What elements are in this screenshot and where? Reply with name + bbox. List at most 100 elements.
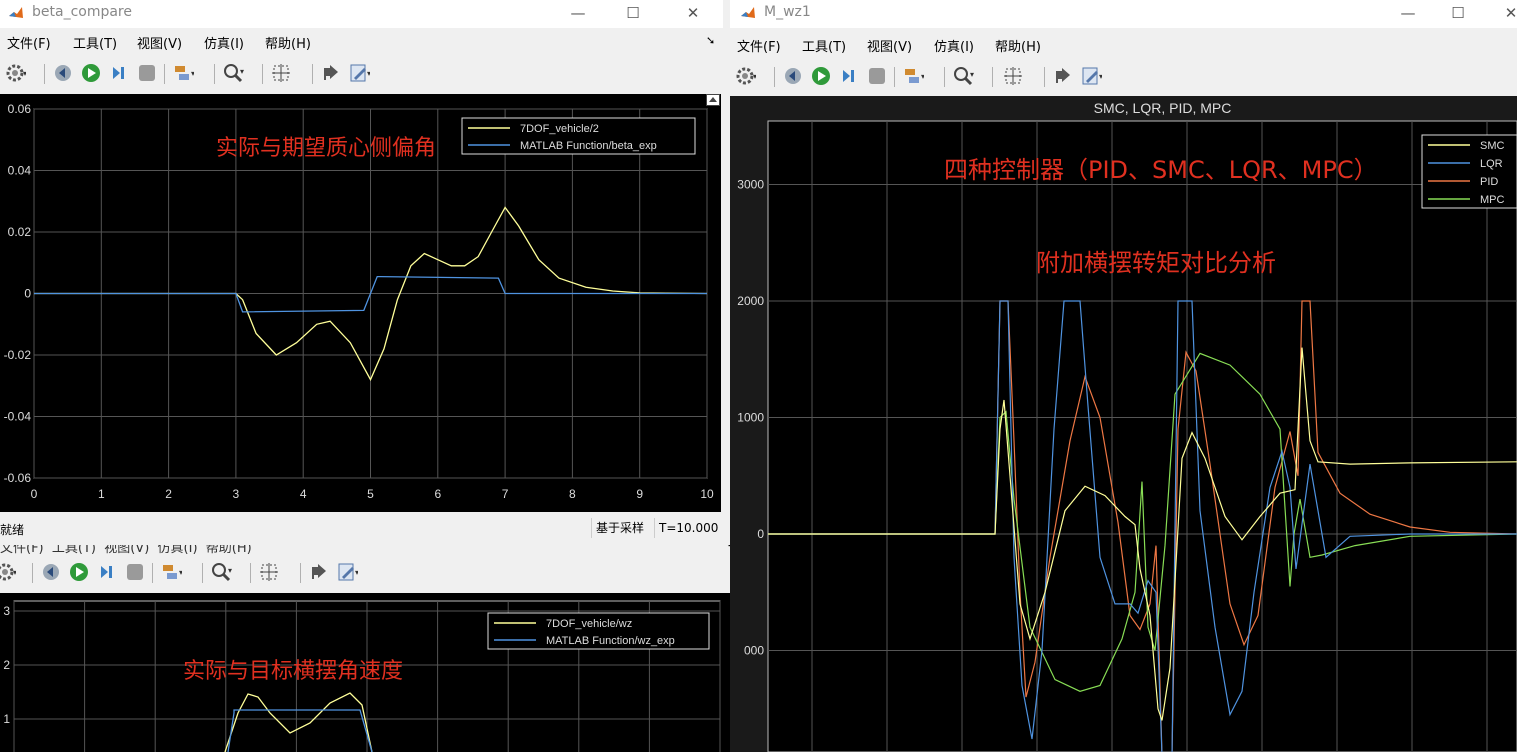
beta-compare-window: beta_compare — ☐ ✕ 文件(F) 工具(T) 视图(V) 仿真(… [0, 0, 723, 545]
toolbar-separator [44, 64, 45, 84]
close-icon[interactable]: ✕ [1488, 0, 1517, 28]
status-ready: 就绪 [0, 523, 25, 537]
cursor-measure-icon[interactable] [308, 561, 330, 583]
svg-text:▾: ▾ [970, 70, 974, 79]
fit-to-view-icon[interactable] [270, 62, 292, 84]
window-title: M_wz1 [764, 4, 811, 20]
status-time: T=10.000 [654, 518, 718, 538]
menu-view[interactable]: 视图(V) [867, 36, 912, 55]
run-icon[interactable] [810, 65, 832, 87]
legend-label: MPC [1480, 194, 1505, 206]
x-tick-label: 1 [98, 487, 105, 501]
zoom-icon[interactable]: ▾ [222, 62, 244, 84]
window-title: beta_compare [32, 4, 132, 20]
toolbar-separator [202, 563, 203, 583]
run-icon[interactable] [68, 561, 90, 583]
menu-help[interactable]: 帮助(H) [265, 33, 311, 52]
svg-text:▾: ▾ [191, 69, 194, 78]
x-tick-label: 8 [569, 487, 576, 501]
highlight-icon[interactable]: ▾ [160, 561, 182, 583]
toolbar-separator [944, 67, 945, 87]
menu-bar-partial[interactable]: 文件(F) 工具(T) 视图(V) 仿真(I) 帮助(H) [0, 545, 252, 556]
settings-gear-icon[interactable]: ▾ [0, 561, 16, 583]
dock-icon[interactable]: ➘ [706, 34, 715, 47]
chart-title: SMC, LQR, PID, MPC [1094, 100, 1232, 116]
highlight-icon[interactable]: ▾ [172, 62, 194, 84]
minimize-icon[interactable]: — [1385, 0, 1431, 28]
y-tick-label: 000 [744, 644, 764, 658]
y-tick-label: -0.02 [4, 348, 32, 362]
x-tick-label: 7 [502, 487, 509, 501]
toolbar-separator [164, 64, 165, 84]
highlight-icon[interactable]: ▾ [902, 65, 924, 87]
toolbar-separator [250, 563, 251, 583]
menu-tools[interactable]: 工具(T) [802, 36, 846, 55]
x-tick-label: 3 [233, 487, 240, 501]
style-edit-icon[interactable]: ▾ [348, 62, 370, 84]
title-bar: beta_compare — ☐ ✕ [0, 0, 723, 28]
run-icon[interactable] [80, 62, 102, 84]
toolbar-separator [214, 64, 215, 84]
settings-gear-icon[interactable]: ▾ [4, 62, 26, 84]
menu-file[interactable]: 文件(F) [737, 36, 781, 55]
y-tick-label: 0 [24, 287, 31, 301]
step-back-icon[interactable] [52, 62, 74, 84]
maximize-icon[interactable]: ☐ [1435, 0, 1481, 28]
x-tick-label: 10 [700, 487, 714, 501]
toolbar-separator [262, 64, 263, 84]
menu-bar: 文件(F) 工具(T) 视图(V) 仿真(I) 帮助(H) ➘ [0, 30, 723, 54]
zoom-icon[interactable]: ▾ [952, 65, 974, 87]
svg-text:▾: ▾ [228, 566, 232, 575]
svg-text:▾: ▾ [367, 69, 370, 78]
menu-help[interactable]: 帮助(H) [995, 36, 1041, 55]
stop-icon[interactable] [866, 65, 888, 87]
maximize-icon[interactable]: ☐ [610, 0, 656, 28]
x-tick-label: 0 [31, 487, 38, 501]
style-edit-icon[interactable]: ▾ [336, 561, 358, 583]
step-forward-icon[interactable] [838, 65, 860, 87]
legend-label: 7DOF_vehicle/wz [546, 618, 632, 630]
step-forward-icon[interactable] [96, 561, 118, 583]
toolbar: ▾ ▾ ▾ ▾ [730, 61, 1517, 91]
status-bar: 就绪 基于采样 T=10.000 [0, 518, 723, 540]
y-tick-label: 2000 [737, 294, 764, 308]
legend-label: LQR [1480, 158, 1503, 170]
svg-text:▾: ▾ [921, 72, 924, 81]
menu-simulation[interactable]: 仿真(I) [204, 33, 244, 52]
scope-annotation-analysis: 附加横摆转矩对比分析 [1036, 249, 1276, 277]
cursor-measure-icon[interactable] [320, 62, 342, 84]
stop-icon[interactable] [136, 62, 158, 84]
toolbar: ▾ ▾ ▾ ▾ [0, 58, 723, 88]
m-wz-scope-display: SMC, LQR, PID, MPC 3000 2000 1000 0 000 SMC LQR… [730, 96, 1517, 752]
zoom-icon[interactable]: ▾ [210, 561, 232, 583]
menu-view[interactable]: 视图(V) [137, 33, 182, 52]
menu-tools[interactable]: 工具(T) [73, 33, 117, 52]
toolbar-separator [32, 563, 33, 583]
style-edit-icon[interactable]: ▾ [1080, 65, 1102, 87]
minimize-icon[interactable]: — [555, 0, 601, 28]
legend-label: SMC [1480, 140, 1505, 152]
scope-annotation: 实际与目标横摆角速度 [183, 659, 404, 684]
fit-to-view-icon[interactable] [258, 561, 280, 583]
step-back-icon[interactable] [782, 65, 804, 87]
step-back-icon[interactable] [40, 561, 62, 583]
cursor-measure-icon[interactable] [1052, 65, 1074, 87]
svg-text:▾: ▾ [1099, 72, 1102, 81]
x-tick-label: 4 [300, 487, 307, 501]
toolbar-separator [894, 67, 895, 87]
y-tick-label: 0.02 [8, 225, 32, 239]
stop-icon[interactable] [124, 561, 146, 583]
fit-to-view-icon[interactable] [1002, 65, 1024, 87]
close-icon[interactable]: ✕ [670, 0, 716, 28]
x-tick-label: 6 [434, 487, 441, 501]
x-tick-label: 2 [165, 487, 172, 501]
step-forward-icon[interactable] [108, 62, 130, 84]
scope-annotation: 实际与期望质心侧偏角 [216, 136, 437, 161]
menu-file[interactable]: 文件(F) [7, 33, 51, 52]
legend-label: PID [1480, 176, 1498, 188]
menu-simulation[interactable]: 仿真(I) [934, 36, 974, 55]
toolbar-separator [774, 67, 775, 87]
restore-axes-icon[interactable] [706, 94, 720, 106]
settings-gear-icon[interactable]: ▾ [734, 65, 756, 87]
legend-label: MATLAB Function/beta_exp [520, 140, 657, 152]
